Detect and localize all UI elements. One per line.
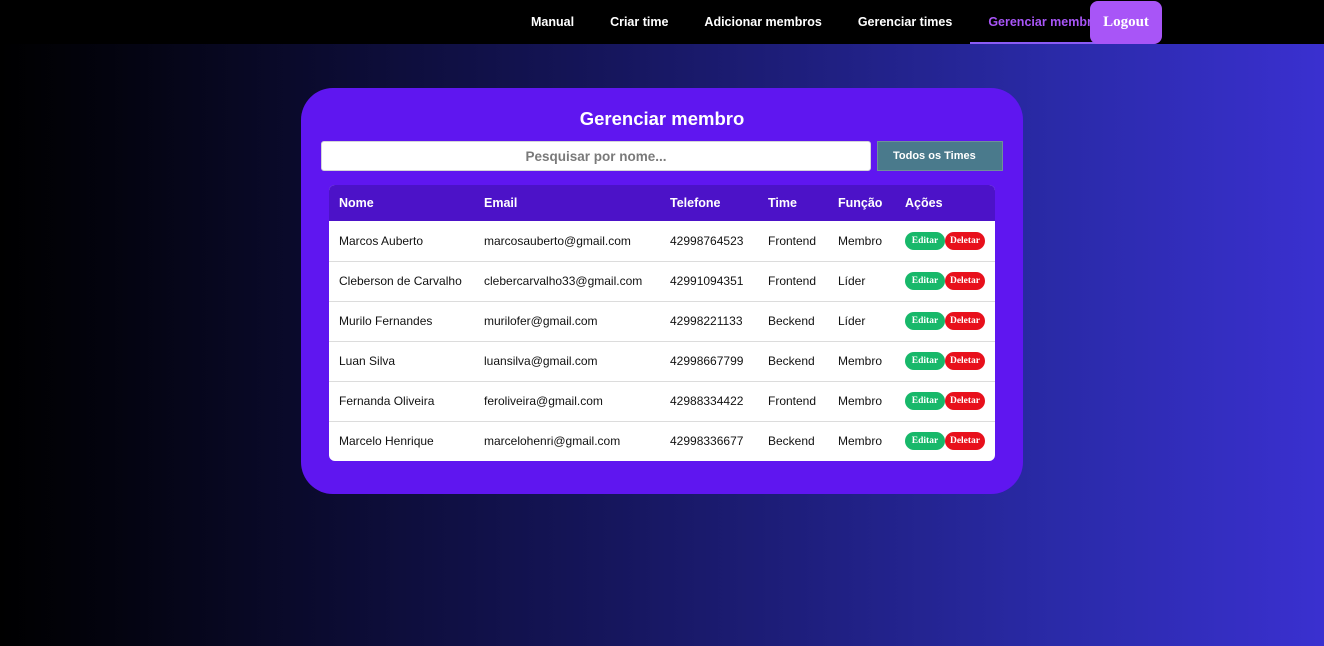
- column-header-acoes: Ações: [905, 196, 943, 210]
- column-header-time: Time: [768, 196, 797, 210]
- cell-funcao: Líder: [838, 274, 866, 288]
- page-title: Gerenciar membro: [579, 108, 745, 129]
- members-table-container: Nome Email Telefone Time Função Ações Ma…: [329, 185, 995, 461]
- nav-item-criar-time[interactable]: Criar time: [592, 0, 686, 44]
- delete-button[interactable]: Deletar: [945, 392, 985, 410]
- cell-email: marcelohenri@gmail.com: [484, 434, 621, 449]
- cell-nome: Marcelo Henrique: [339, 434, 434, 449]
- nav-item-manual[interactable]: Manual: [513, 0, 592, 44]
- cell-acoes: Editar Deletar: [895, 381, 995, 421]
- members-table: Nome Email Telefone Time Função Ações Ma…: [329, 185, 995, 461]
- cell-nome: Fernanda Oliveira: [339, 394, 435, 408]
- table-header-row: Nome Email Telefone Time Função Ações: [329, 185, 995, 221]
- table-row: Murilo Fernandes murilofer@gmail.com 429…: [329, 301, 995, 341]
- cell-acoes: Editar Deletar: [895, 261, 995, 301]
- cell-telefone: 42998336677: [670, 434, 744, 449]
- cell-funcao: Membro: [838, 233, 883, 248]
- cell-time: Beckend: [768, 314, 815, 328]
- table-row: Cleberson de Carvalho clebercarvalho33@g…: [329, 261, 995, 301]
- cell-time: Beckend: [768, 434, 815, 449]
- cell-telefone: 42988334422: [670, 394, 744, 408]
- cell-time: Frontend: [768, 394, 817, 408]
- cell-funcao: Líder: [838, 314, 866, 328]
- cell-time: Frontend: [768, 233, 817, 248]
- nav-menu: Manual Criar time Adicionar membros Gere…: [513, 0, 1124, 44]
- column-header-funcao: Função: [838, 196, 883, 210]
- cell-email: clebercarvalho33@gmail.com: [484, 274, 643, 288]
- cell-telefone: 42991094351: [670, 274, 744, 288]
- nav-item-gerenciar-times[interactable]: Gerenciar times: [840, 0, 971, 44]
- edit-button[interactable]: Editar: [905, 312, 945, 330]
- table-row: Marcos Auberto marcosauberto@gmail.com 4…: [329, 221, 995, 261]
- delete-button[interactable]: Deletar: [945, 432, 985, 451]
- cell-telefone: 42998221133: [670, 314, 743, 328]
- cell-email: feroliveira@gmail.com: [484, 394, 603, 408]
- cell-time: Beckend: [768, 354, 815, 368]
- cell-time: Frontend: [768, 274, 817, 288]
- cell-nome: Luan Silva: [339, 354, 396, 368]
- team-filter-select[interactable]: Todos os Times: [877, 141, 1003, 171]
- table-row: Luan Silva luansilva@gmail.com 429986677…: [329, 341, 995, 381]
- logout-button[interactable]: Logout: [1090, 1, 1162, 44]
- cell-funcao: Membro: [838, 434, 883, 449]
- cell-nome: Murilo Fernandes: [339, 314, 433, 328]
- cell-email: murilofer@gmail.com: [484, 314, 598, 328]
- delete-button[interactable]: Deletar: [945, 312, 985, 330]
- cell-acoes: Editar Deletar: [895, 221, 995, 261]
- cell-funcao: Membro: [838, 394, 883, 408]
- delete-button[interactable]: Deletar: [945, 352, 985, 370]
- table-row: Marcelo Henrique marcelohenri@gmail.com …: [329, 421, 995, 461]
- cell-acoes: Editar Deletar: [895, 301, 995, 341]
- cell-acoes: Editar Deletar: [895, 421, 995, 461]
- column-header-telefone: Telefone: [670, 196, 721, 210]
- delete-button[interactable]: Deletar: [945, 272, 985, 290]
- cell-email: marcosauberto@gmail.com: [484, 233, 631, 248]
- cell-funcao: Membro: [838, 354, 883, 368]
- top-navbar: Manual Criar time Adicionar membros Gere…: [0, 0, 1324, 44]
- search-input[interactable]: [321, 141, 871, 171]
- manage-members-card: Gerenciar membro Todos os Times Nome Ema…: [301, 88, 1023, 494]
- column-header-email: Email: [484, 196, 518, 210]
- cell-telefone: 42998667799: [670, 354, 744, 368]
- edit-button[interactable]: Editar: [905, 432, 945, 451]
- nav-item-adicionar-membros[interactable]: Adicionar membros: [686, 0, 839, 44]
- table-row: Fernanda Oliveira feroliveira@gmail.com …: [329, 381, 995, 421]
- cell-email: luansilva@gmail.com: [484, 354, 598, 368]
- edit-button[interactable]: Editar: [905, 352, 945, 370]
- delete-button[interactable]: Deletar: [945, 231, 985, 250]
- cell-telefone: 42998764523: [670, 233, 744, 248]
- cell-nome: Cleberson de Carvalho: [339, 274, 462, 288]
- column-header-nome: Nome: [339, 196, 374, 210]
- cell-acoes: Editar Deletar: [895, 341, 995, 381]
- edit-button[interactable]: Editar: [905, 272, 945, 290]
- edit-button[interactable]: Editar: [905, 231, 945, 250]
- edit-button[interactable]: Editar: [905, 392, 945, 410]
- cell-nome: Marcos Auberto: [339, 233, 424, 248]
